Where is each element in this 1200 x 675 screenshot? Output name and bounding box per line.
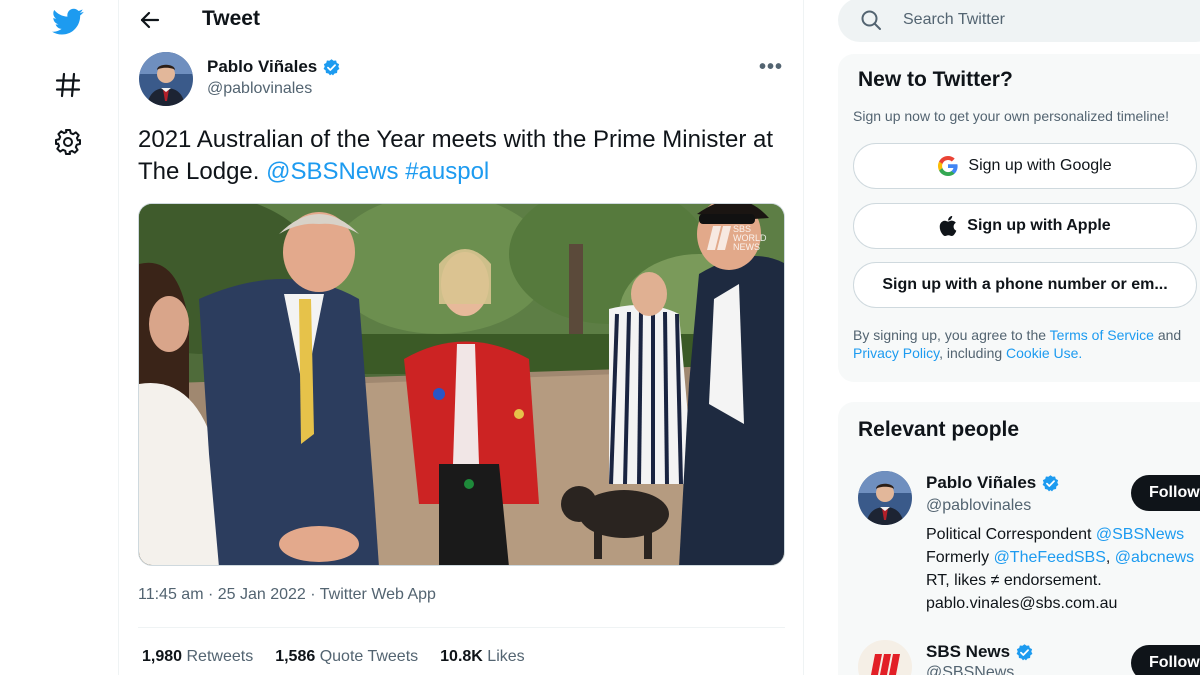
person-handle[interactable]: @pablovinales bbox=[926, 497, 1031, 515]
terms-prefix: By signing up, you agree to the bbox=[853, 327, 1047, 343]
author-handle[interactable]: @pablovinales bbox=[207, 80, 312, 98]
tweet-video[interactable]: SBS WORLD NEWS bbox=[138, 203, 785, 566]
likes-count: 10.8K bbox=[440, 648, 483, 665]
tweet-header: Tweet bbox=[119, 0, 803, 42]
person-name[interactable]: SBS News bbox=[926, 642, 1034, 662]
tweet-text: 2021 Australian of the Year meets with t… bbox=[138, 124, 778, 188]
search-bar[interactable]: Search Twitter bbox=[838, 0, 1200, 42]
terms-including: , including bbox=[939, 345, 1003, 361]
bio-separator: , bbox=[1105, 549, 1111, 566]
tweet-hashtag-link[interactable]: #auspol bbox=[405, 158, 489, 185]
new-to-twitter-card: New to Twitter? Sign up now to get your … bbox=[838, 54, 1200, 382]
page-title: Tweet bbox=[202, 7, 260, 30]
sbs-news-avatar[interactable] bbox=[858, 640, 912, 675]
cookie-use-link[interactable]: Cookie Use. bbox=[1006, 345, 1082, 361]
person-avatar[interactable] bbox=[858, 471, 912, 525]
right-sidebar: Search Twitter New to Twitter? Sign up n… bbox=[838, 0, 1200, 675]
person-name-text[interactable]: Pablo Viñales bbox=[926, 473, 1036, 493]
signup-terms: By signing up, you agree to the Terms of… bbox=[853, 326, 1200, 362]
verified-badge-icon bbox=[323, 58, 340, 75]
relevant-people-card: Relevant people Pablo Viñales @pablovina… bbox=[838, 402, 1200, 675]
bio-abcnews-link[interactable]: @abcnews bbox=[1115, 549, 1194, 566]
apple-icon bbox=[940, 216, 957, 236]
bio-line1-text: Political Correspondent bbox=[926, 526, 1092, 543]
hashtag-icon[interactable] bbox=[50, 67, 86, 103]
bio-line3: RT, likes ≠ endorsement. bbox=[926, 572, 1102, 589]
likes-stat[interactable]: 10.8K Likes bbox=[440, 648, 525, 666]
signup-apple-label: Sign up with Apple bbox=[967, 217, 1111, 234]
verified-badge-icon bbox=[1042, 474, 1059, 491]
person-handle[interactable]: @SBSNews bbox=[926, 664, 1014, 675]
tweet-timestamp[interactable]: 11:45 am · 25 Jan 2022 · Twitter Web App bbox=[138, 586, 436, 604]
search-icon bbox=[860, 9, 882, 31]
person-name[interactable]: Pablo Viñales bbox=[926, 473, 1060, 493]
follow-button[interactable]: Follow bbox=[1131, 475, 1200, 511]
more-options-icon[interactable]: ••• bbox=[759, 56, 783, 79]
relevant-people-title: Relevant people bbox=[858, 418, 1020, 441]
retweets-label: Retweets bbox=[186, 648, 254, 665]
quote-tweets-count: 1,586 bbox=[275, 648, 316, 665]
retweets-stat[interactable]: 1,980 Retweets bbox=[142, 648, 253, 666]
tweet-mention-link[interactable]: @SBSNews bbox=[266, 158, 398, 185]
tweet-column: Tweet Pablo Viñales @pablovinales ••• 20… bbox=[118, 0, 804, 675]
quote-tweets-stat[interactable]: 1,586 Quote Tweets bbox=[275, 648, 418, 666]
divider bbox=[138, 627, 785, 628]
follow-button[interactable]: Follow bbox=[1131, 645, 1200, 675]
bio-thefeedsbs-link[interactable]: @TheFeedSBS bbox=[994, 549, 1106, 566]
verified-badge-icon bbox=[1016, 643, 1033, 660]
google-icon bbox=[938, 156, 958, 176]
signup-apple-button[interactable]: Sign up with Apple bbox=[853, 203, 1197, 249]
author-name[interactable]: Pablo Viñales bbox=[207, 57, 341, 77]
terms-and: and bbox=[1157, 327, 1182, 343]
twitter-bird-icon[interactable] bbox=[50, 4, 86, 40]
author-avatar[interactable] bbox=[139, 52, 193, 106]
video-watermark-line3: NEWS bbox=[733, 242, 760, 252]
back-arrow-icon[interactable] bbox=[139, 9, 161, 31]
signup-phone-email-button[interactable]: Sign up with a phone number or em... bbox=[853, 262, 1197, 308]
signup-google-label: Sign up with Google bbox=[968, 157, 1112, 174]
signup-phone-label: Sign up with a phone number or em... bbox=[882, 276, 1168, 293]
signup-google-button[interactable]: Sign up with Google bbox=[853, 143, 1197, 189]
person-name-text[interactable]: SBS News bbox=[926, 642, 1010, 662]
new-to-twitter-subtitle: Sign up now to get your own personalized… bbox=[853, 108, 1169, 124]
new-to-twitter-title: New to Twitter? bbox=[858, 68, 1013, 91]
author-name-text[interactable]: Pablo Viñales bbox=[207, 57, 317, 77]
person-bio: Political Correspondent @SBSNews Formerl… bbox=[926, 523, 1200, 615]
retweets-count: 1,980 bbox=[142, 648, 183, 665]
bio-line2-text: Formerly bbox=[926, 549, 990, 566]
search-input[interactable]: Search Twitter bbox=[903, 11, 1005, 29]
bio-email: pablo.vinales@sbs.com.au bbox=[926, 595, 1118, 612]
bio-sbsnews-link[interactable]: @SBSNews bbox=[1096, 526, 1184, 543]
likes-label: Likes bbox=[487, 648, 525, 665]
gear-icon[interactable] bbox=[50, 124, 86, 160]
terms-of-service-link[interactable]: Terms of Service bbox=[1050, 327, 1154, 343]
quote-tweets-label: Quote Tweets bbox=[319, 648, 419, 665]
left-nav-rail bbox=[0, 0, 118, 675]
tweet-stats: 1,980 Retweets 1,586 Quote Tweets 10.8K … bbox=[142, 648, 525, 666]
privacy-policy-link[interactable]: Privacy Policy bbox=[853, 345, 939, 361]
